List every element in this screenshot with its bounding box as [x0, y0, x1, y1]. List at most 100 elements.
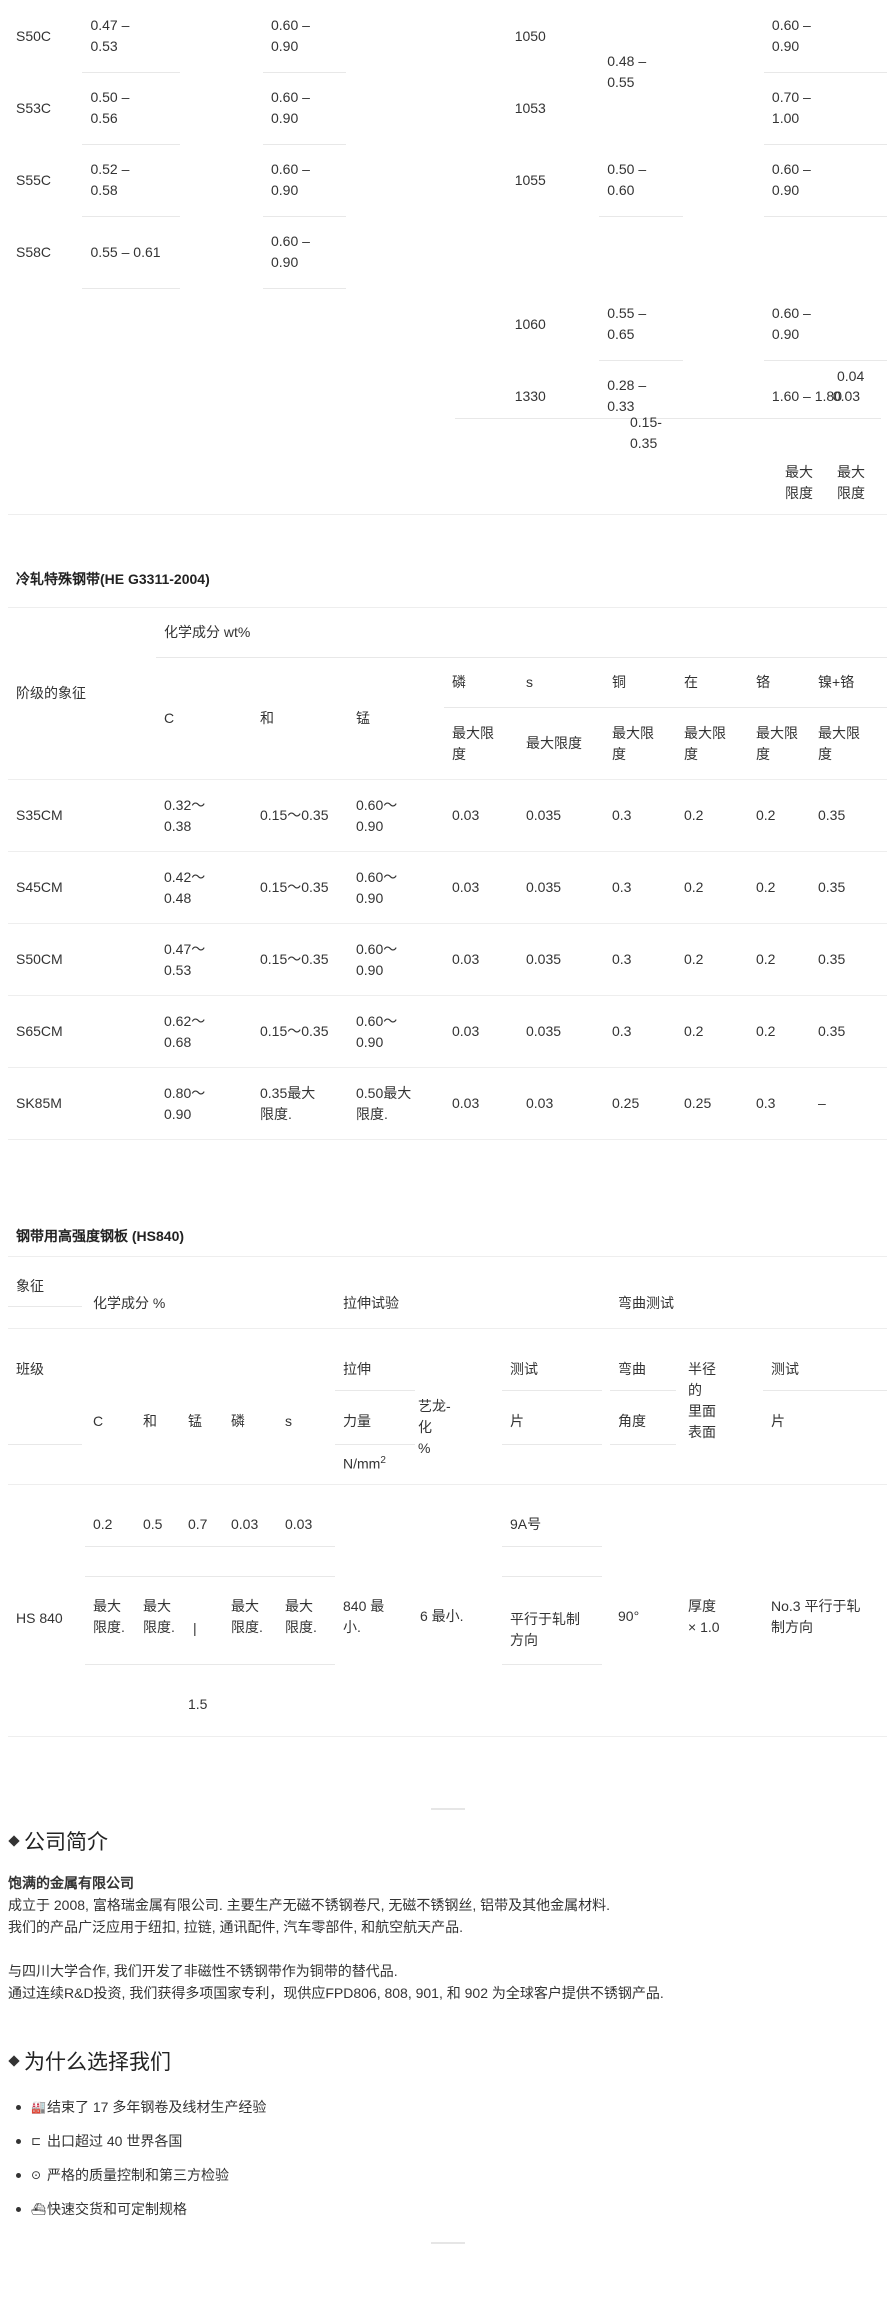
- val-s: 0.03: [285, 1516, 313, 1532]
- col-si: 和: [143, 1413, 157, 1429]
- unit-label: N/mm2: [343, 1455, 386, 1472]
- manganese2-cell: 0.60 – 0.90: [763, 144, 887, 217]
- grade-cell: S65CM: [8, 995, 156, 1068]
- max-sulfur-cell: 最大 限度: [837, 464, 865, 501]
- diamond-icon: [8, 2056, 20, 2068]
- bullet-icon: [16, 2206, 21, 2212]
- c-cell: 0.62～ 0.68: [156, 995, 252, 1068]
- col-mn: 锰: [348, 657, 444, 780]
- p-cell: 0.03: [444, 779, 518, 852]
- list-item-text: 出口超过 40 世界各国: [47, 2132, 183, 2149]
- cu-cell: 0.3: [604, 851, 676, 924]
- si-cell: 0.15～0.35: [252, 851, 348, 924]
- val-c: 0.2: [93, 1516, 113, 1532]
- grade-cell: S58C: [16, 243, 52, 260]
- si-cell: 0.15～0.35: [252, 923, 348, 996]
- cr-cell: 0.2: [748, 779, 810, 852]
- table3-title: 钢带用高强度钢板 (HS840): [16, 1228, 185, 1244]
- col-mn: 锰: [188, 1413, 202, 1429]
- col-p: 磷: [444, 657, 518, 708]
- grade-cell: SK85M: [8, 1067, 156, 1140]
- manganese-cell: 0.60 – 0.90: [262, 72, 347, 145]
- tensile-value: 840 最 小.: [343, 1598, 385, 1635]
- cu-cell: 0.3: [604, 779, 676, 852]
- test-header: 测试: [510, 1361, 538, 1377]
- bend2-header: 弯曲: [618, 1361, 646, 1377]
- company-name: 饱满的金属有限公司: [8, 1875, 134, 1891]
- max-si: 最大 限度.: [143, 1598, 175, 1635]
- max-limit-p: 最大限 度: [444, 707, 518, 780]
- nicr-cell: 0.35: [810, 851, 888, 924]
- steel-grade-table: S50C 0.47 – 0.53 0.60 – 0.90 1050 0.48 –…: [8, 0, 887, 515]
- p-cell: 0.03: [444, 923, 518, 996]
- why-heading-text: 为什么选择我们: [24, 2050, 171, 2074]
- manganese2-cell: 0.70 – 1.00: [763, 72, 887, 145]
- bullet-icon: [16, 2104, 21, 2110]
- mn-cell: 0.50最大 限度.: [348, 1067, 444, 1140]
- table-row: S50C 0.47 – 0.53 0.60 – 0.90 1050 0.48 –…: [8, 0, 887, 90]
- radius-header: 半径 的 里面 表面: [688, 1361, 716, 1440]
- max-phosphorus-cell: 最大 限度: [785, 464, 813, 501]
- about-paragraph-2: 我们的产品广泛应用于纽扣, 拉链, 通讯配件, 汽车零部件, 和航空航天产品.: [8, 1919, 464, 1935]
- cu-cell: 0.25: [604, 1067, 676, 1140]
- col-p: 磷: [231, 1413, 245, 1429]
- cr-cell: 0.3: [748, 1067, 810, 1140]
- mn-cell: 0.60～ 0.90: [348, 779, 444, 852]
- list-item-text: 快速交货和可定制规格: [47, 2200, 187, 2217]
- col-nicr: 镍+铬: [810, 657, 888, 708]
- aisi-cell: 1050: [514, 27, 546, 44]
- col-s: s: [285, 1413, 292, 1429]
- table2-title: 冷轧特殊钢带(HE G3311-2004): [16, 571, 210, 587]
- page: S50C 0.47 – 0.53 0.60 – 0.90 1050 0.48 –…: [0, 0, 895, 2244]
- col-s: s: [518, 657, 604, 708]
- bullet-icon: [16, 2172, 21, 2178]
- max-limit-s: 最大限度: [518, 707, 604, 780]
- silicon-cell: 0.15- 0.35: [630, 414, 662, 451]
- mn-max-value: 1.5: [188, 1696, 208, 1712]
- max-c: 最大 限度.: [93, 1598, 125, 1635]
- manganese-cell: 0.60 – 0.90: [262, 0, 347, 73]
- no9a-cell: 9A号: [510, 1516, 542, 1532]
- aisi-cell: 1060: [514, 315, 546, 332]
- manganese2-cell: 1.60 – 1.80: [771, 387, 842, 404]
- aisi-cell: 1330: [514, 387, 546, 404]
- nicr-cell: 0.35: [810, 923, 888, 996]
- factory-icon: 🏭: [31, 2099, 46, 2114]
- hs840-table: 象征 化学成分 % 拉伸试验 弯曲测试 班级 拉伸 测试 弯曲 半径 的 里面 …: [8, 1256, 887, 1808]
- max-s: 最大 限度.: [285, 1598, 317, 1635]
- col-si: 和: [252, 657, 348, 780]
- table-row: S45CM 0.42～ 0.48 0.15～0.35 0.60～ 0.90 0.03 0.…: [8, 851, 888, 924]
- manganese2-cell: 0.60 – 0.90: [763, 0, 887, 73]
- col-c: C: [93, 1413, 104, 1429]
- chem-header: 化学成分 wt%: [156, 607, 888, 658]
- ni-cell: 0.2: [676, 995, 748, 1068]
- aisi-cell: 1055: [514, 171, 546, 188]
- max-limit-nicr: 最大限 度: [810, 707, 888, 780]
- elong-value: 6 最小.: [420, 1608, 464, 1624]
- row-divider: [625, 418, 875, 419]
- col-cu: 铜: [604, 657, 676, 708]
- list-item-text: 结束了 17 多年钢卷及线材生产经验: [47, 2098, 267, 2115]
- chem-header: 化学成分 %: [93, 1295, 166, 1311]
- si-cell: 0.15～0.35: [252, 995, 348, 1068]
- table-row: S50CM 0.47～ 0.53 0.15～0.35 0.60～ 0.90 0.03 0.…: [8, 923, 888, 996]
- bend-header: 弯曲测试: [618, 1295, 674, 1311]
- max-p: 最大 限度.: [231, 1598, 263, 1635]
- diamond-icon: [8, 1836, 20, 1848]
- s-cell: 0.035: [518, 779, 604, 852]
- about-paragraph-4: 通过连续R&D投资, 我们获得多项国家专利，现供应FPD806, 808, 90…: [8, 1985, 664, 2001]
- check-icon: ⊙: [31, 2167, 42, 2182]
- ni-cell: 0.25: [676, 1067, 748, 1140]
- grade-cell: S35CM: [8, 779, 156, 852]
- c-cell: 0.42～ 0.48: [156, 851, 252, 924]
- elong-header: 艺龙- 化 %: [418, 1398, 451, 1456]
- carbon-cell: 0.50 – 0.56: [82, 72, 180, 145]
- val-si: 0.5: [143, 1516, 163, 1532]
- manganese-cell: 0.60 – 0.90: [262, 216, 347, 289]
- grade-cell: HS 840: [16, 1610, 63, 1626]
- s-cell: 0.035: [518, 923, 604, 996]
- p-cell: 0.03: [444, 851, 518, 924]
- manganese-cell: 0.60 – 0.90: [262, 144, 347, 217]
- parallel-direction: 平行于轧制 方向: [510, 1611, 580, 1648]
- cu-cell: 0.3: [604, 995, 676, 1068]
